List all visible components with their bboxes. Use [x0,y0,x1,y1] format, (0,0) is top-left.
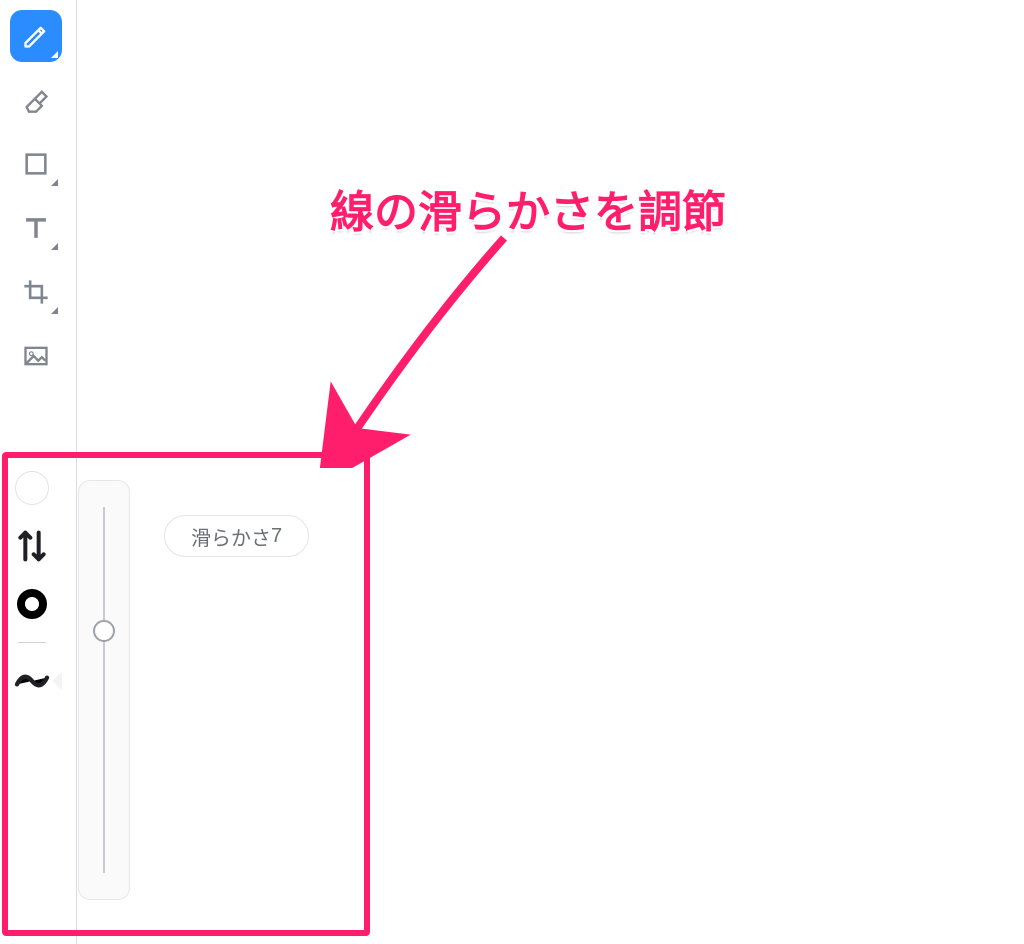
pen-submenu [10,468,54,701]
tooltip-label: 滑らかさ [191,522,271,551]
main-toolbar [10,10,66,382]
swap-direction-button[interactable] [12,526,52,566]
smoothness-slider[interactable] [103,507,105,873]
tooltip-value: 7 [271,525,282,548]
image-icon [22,342,50,370]
smoothness-slider-panel [78,480,130,900]
submenu-indicator-icon [51,179,58,186]
submenu-indicator-icon [51,243,58,250]
shape-tool-button[interactable] [10,138,62,190]
toolbar-divider [76,0,77,944]
smoothness-tooltip: 滑らかさ7 [164,515,309,557]
annotation-headline: 線の滑らかさを調節 [330,176,726,240]
color-swatch-button[interactable] [12,468,52,508]
submenu-indicator-icon [51,307,58,314]
square-icon [22,150,50,178]
arrows-icon [12,526,52,566]
eraser-tool-button[interactable] [10,74,62,126]
text-icon [22,214,50,242]
ring-icon [17,589,47,619]
color-swatch-icon [15,471,49,505]
pencil-icon [22,22,50,50]
crop-icon [22,278,50,306]
pen-tool-button[interactable] [10,10,62,62]
submenu-separator [18,642,46,643]
image-tool-button[interactable] [10,330,62,382]
stroke-thickness-button[interactable] [12,584,52,624]
crop-tool-button[interactable] [10,266,62,318]
eraser-icon [22,86,50,114]
annotation-arrow-icon [314,228,534,468]
line-smoothness-button[interactable] [12,661,52,701]
wave-icon [12,661,52,701]
text-tool-button[interactable] [10,202,62,254]
slider-thumb[interactable] [93,620,115,642]
submenu-indicator-icon [51,51,58,58]
